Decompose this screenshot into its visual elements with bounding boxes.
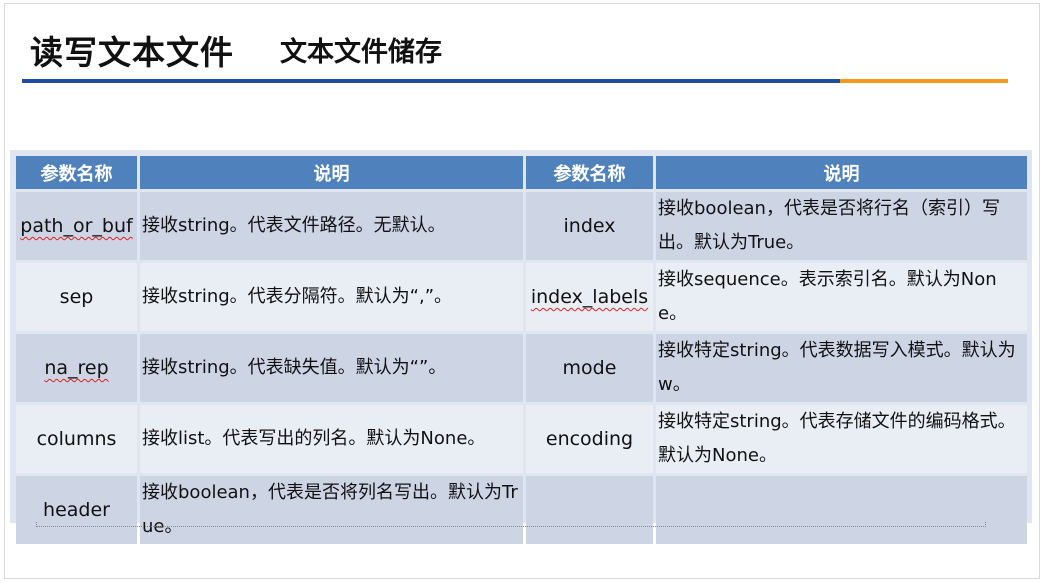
- selection-dotted-border: [36, 522, 986, 527]
- header-param-name: 参数名称: [526, 156, 653, 189]
- param-description: 接收string。代表缺失值。默认为“”。: [140, 334, 523, 402]
- param-description: 接收boolean，代表是否将行名（索引）写出。默认为True。: [656, 192, 1027, 260]
- param-name: sep: [16, 263, 137, 331]
- param-name: [526, 476, 653, 544]
- param-description: 接收list。代表写出的列名。默认为None。: [140, 405, 523, 473]
- param-description: 接收特定string。代表数据写入模式。默认为w。: [656, 334, 1027, 402]
- param-name: columns: [16, 405, 137, 473]
- param-name: na_rep: [44, 357, 109, 379]
- table-row: sep 接收string。代表分隔符。默认为“,”。 index_labels …: [16, 263, 1027, 331]
- parameter-table: 参数名称 说明 参数名称 说明 path_or_buf 接收string。代表文…: [13, 153, 1030, 547]
- parameter-table-container: 参数名称 说明 参数名称 说明 path_or_buf 接收string。代表文…: [10, 150, 1032, 544]
- param-name: header: [16, 476, 137, 544]
- table-row: header 接收boolean，代表是否将列名写出。默认为True。: [16, 476, 1027, 544]
- param-description: 接收boolean，代表是否将列名写出。默认为True。: [140, 476, 523, 544]
- param-description: 接收string。代表分隔符。默认为“,”。: [140, 263, 523, 331]
- title-rule-blue: [22, 79, 840, 83]
- param-name: path_or_buf: [20, 215, 133, 237]
- param-description: 接收string。代表文件路径。无默认。: [140, 192, 523, 260]
- param-name-cell: index_labels: [526, 263, 653, 331]
- param-name: index: [526, 192, 653, 260]
- slide-subtitle: 文本文件储存: [280, 37, 442, 68]
- param-description: 接收sequence。表示索引名。默认为None。: [656, 263, 1027, 331]
- param-description: 接收特定string。代表存储文件的编码格式。默认为None。: [656, 405, 1027, 473]
- header-description: 说明: [656, 156, 1027, 189]
- table-row: na_rep 接收string。代表缺失值。默认为“”。 mode 接收特定st…: [16, 334, 1027, 402]
- table-row: path_or_buf 接收string。代表文件路径。无默认。 index 接…: [16, 192, 1027, 260]
- header-description: 说明: [140, 156, 523, 189]
- header-param-name: 参数名称: [16, 156, 137, 189]
- table-row: columns 接收list。代表写出的列名。默认为None。 encoding…: [16, 405, 1027, 473]
- table-header-row: 参数名称 说明 参数名称 说明: [16, 156, 1027, 189]
- title-rule-orange: [840, 79, 1008, 83]
- param-name-cell: path_or_buf: [16, 192, 137, 260]
- param-name: mode: [526, 334, 653, 402]
- param-description: [656, 476, 1027, 544]
- param-name: encoding: [526, 405, 653, 473]
- slide-title: 读写文本文件: [30, 33, 234, 72]
- param-name: index_labels: [530, 286, 649, 308]
- param-name-cell: na_rep: [16, 334, 137, 402]
